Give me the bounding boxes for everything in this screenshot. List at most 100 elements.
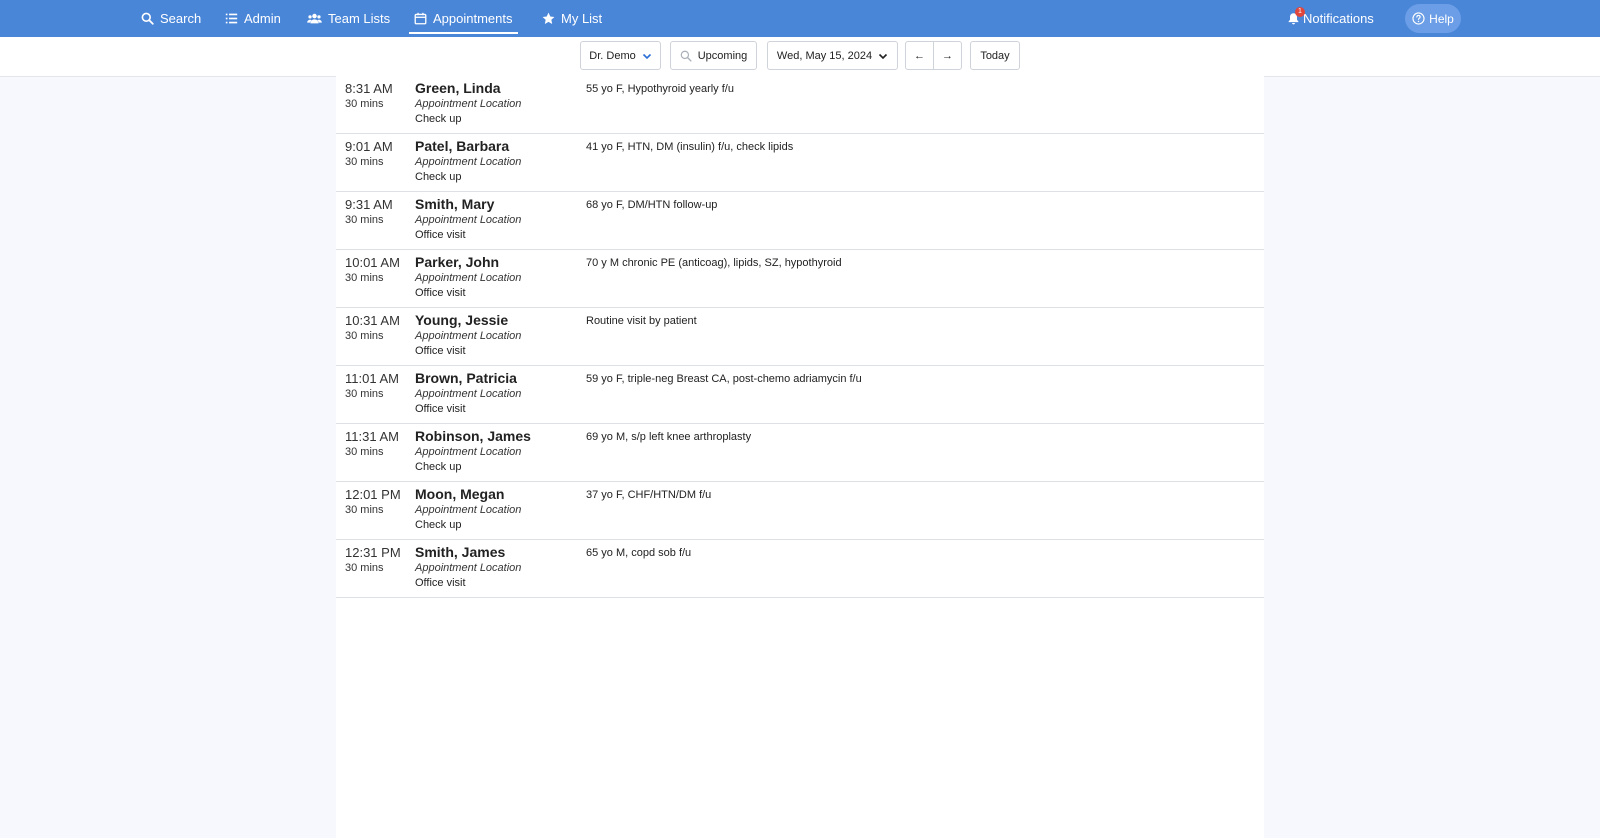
provider-select[interactable]: Dr. Demo — [580, 41, 661, 70]
help-button[interactable]: Help — [1405, 4, 1461, 33]
appointment-row[interactable]: 9:01 AM 30 mins Patel, Barbara Appointme… — [336, 134, 1264, 192]
nav-my-list-label: My List — [561, 11, 603, 26]
appointment-row[interactable]: 9:31 AM 30 mins Smith, Mary Appointment … — [336, 192, 1264, 250]
search-icon — [680, 50, 692, 62]
appointment-row[interactable]: 8:31 AM 30 mins Green, Linda Appointment… — [336, 76, 1264, 134]
chevron-down-icon — [878, 51, 888, 61]
patient-name[interactable]: Green, Linda — [415, 80, 501, 96]
nav-appointments-label: Appointments — [433, 11, 513, 26]
star-icon — [542, 12, 555, 25]
patient-name[interactable]: Young, Jessie — [415, 312, 508, 328]
nav-admin[interactable]: Admin — [225, 0, 281, 37]
patient-name[interactable]: Parker, John — [415, 254, 499, 270]
appointment-note: 41 yo F, HTN, DM (insulin) f/u, check li… — [586, 141, 794, 153]
upcoming-filter-label: Upcoming — [697, 49, 748, 62]
appointment-location: Appointment Location — [415, 388, 522, 400]
appointment-row[interactable]: 11:01 AM 30 mins Brown, Patricia Appoint… — [336, 366, 1264, 424]
appointment-type: Office visit — [415, 287, 466, 299]
patient-name[interactable]: Robinson, James — [415, 428, 531, 444]
appointment-note: 59 yo F, triple-neg Breast CA, post-chem… — [586, 373, 862, 385]
appointment-time: 10:31 AM — [345, 313, 400, 328]
appointment-note: 68 yo F, DM/HTN follow-up — [586, 199, 718, 211]
nav-admin-label: Admin — [244, 11, 281, 26]
appointment-time: 12:01 PM — [345, 487, 401, 502]
appointment-location: Appointment Location — [415, 330, 522, 342]
nav-search-label: Search — [160, 11, 202, 26]
appointments-toolbar: Dr. Demo Upcoming Wed, May 15, 2024 ← → … — [0, 37, 1600, 77]
patient-name[interactable]: Brown, Patricia — [415, 370, 517, 386]
appointment-type: Check up — [415, 171, 462, 183]
appointment-list: 8:31 AM 30 mins Green, Linda Appointment… — [336, 76, 1264, 838]
arrow-left-icon: ← — [914, 49, 925, 62]
appointment-duration: 30 mins — [345, 330, 384, 342]
patient-name[interactable]: Smith, Mary — [415, 196, 494, 212]
appointment-row[interactable]: 12:31 PM 30 mins Smith, James Appointmen… — [336, 540, 1264, 598]
appointment-duration: 30 mins — [345, 156, 384, 168]
users-icon — [307, 12, 322, 25]
today-button-label: Today — [980, 49, 1010, 62]
appointment-time: 9:01 AM — [345, 139, 393, 154]
appointment-time: 11:01 AM — [345, 371, 399, 386]
patient-name[interactable]: Moon, Megan — [415, 486, 504, 502]
appointment-note: 70 y M chronic PE (anticoag), lipids, SZ… — [586, 257, 842, 269]
appointment-note: Routine visit by patient — [586, 315, 697, 327]
appointment-row[interactable]: 12:01 PM 30 mins Moon, Megan Appointment… — [336, 482, 1264, 540]
nav-team-lists[interactable]: Team Lists — [307, 0, 390, 37]
appointment-time: 8:31 AM — [345, 81, 393, 96]
appointment-location: Appointment Location — [415, 214, 522, 226]
nav-search[interactable]: Search — [141, 0, 201, 37]
upcoming-filter[interactable]: Upcoming — [670, 41, 757, 70]
appointment-location: Appointment Location — [415, 156, 522, 168]
notification-count-badge: 1 — [1295, 7, 1305, 17]
appointment-duration: 30 mins — [345, 272, 384, 284]
appointment-type: Office visit — [415, 345, 466, 357]
appointment-type: Check up — [415, 113, 462, 125]
nav-my-list[interactable]: My List — [542, 0, 602, 37]
notifications-label: Notifications — [1303, 11, 1374, 26]
previous-day-button[interactable]: ← — [905, 41, 934, 70]
help-label: Help — [1429, 11, 1454, 26]
date-select-value: Wed, May 15, 2024 — [776, 49, 873, 62]
appointment-location: Appointment Location — [415, 272, 522, 284]
patient-name[interactable]: Patel, Barbara — [415, 138, 509, 154]
appointment-note: 69 yo M, s/p left knee arthroplasty — [586, 431, 752, 443]
appointment-location: Appointment Location — [415, 446, 522, 458]
nav-appointments[interactable]: Appointments — [409, 0, 517, 37]
arrow-right-icon: → — [942, 49, 953, 62]
appointment-duration: 30 mins — [345, 388, 384, 400]
appointment-note: 37 yo F, CHF/HTN/DM f/u — [586, 489, 712, 501]
appointment-location: Appointment Location — [415, 504, 522, 516]
appointment-row[interactable]: 10:01 AM 30 mins Parker, John Appointmen… — [336, 250, 1264, 308]
search-icon — [141, 12, 154, 25]
date-select[interactable]: Wed, May 15, 2024 — [767, 41, 898, 70]
top-nav-bar: Search Admin Team Lists Appointments My … — [0, 0, 1600, 37]
appointment-row[interactable]: 10:31 AM 30 mins Young, Jessie Appointme… — [336, 308, 1264, 366]
appointment-type: Office visit — [415, 229, 466, 241]
notifications-button[interactable]: 1 Notifications — [1287, 0, 1374, 37]
appointment-type: Office visit — [415, 577, 466, 589]
calendar-icon — [414, 12, 427, 25]
appointment-note: 55 yo F, Hypothyroid yearly f/u — [586, 83, 734, 95]
appointment-time: 12:31 PM — [345, 545, 401, 560]
question-circle-icon — [1412, 12, 1425, 25]
appointment-duration: 30 mins — [345, 504, 384, 516]
appointment-duration: 30 mins — [345, 562, 384, 574]
appointment-duration: 30 mins — [345, 98, 384, 110]
chevron-down-icon — [642, 51, 652, 61]
appointment-type: Check up — [415, 461, 462, 473]
patient-name[interactable]: Smith, James — [415, 544, 505, 560]
appointment-duration: 30 mins — [345, 214, 384, 226]
next-day-button[interactable]: → — [933, 41, 962, 70]
nav-team-lists-label: Team Lists — [328, 11, 391, 26]
appointment-location: Appointment Location — [415, 98, 522, 110]
appointment-location: Appointment Location — [415, 562, 522, 574]
today-button[interactable]: Today — [970, 41, 1020, 70]
appointment-note: 65 yo M, copd sob f/u — [586, 547, 692, 559]
appointment-time: 10:01 AM — [345, 255, 400, 270]
appointment-time: 9:31 AM — [345, 197, 393, 212]
appointment-row[interactable]: 11:31 AM 30 mins Robinson, James Appoint… — [336, 424, 1264, 482]
appointment-duration: 30 mins — [345, 446, 384, 458]
appointment-type: Check up — [415, 519, 462, 531]
list-icon — [225, 12, 238, 25]
provider-select-value: Dr. Demo — [589, 49, 636, 62]
